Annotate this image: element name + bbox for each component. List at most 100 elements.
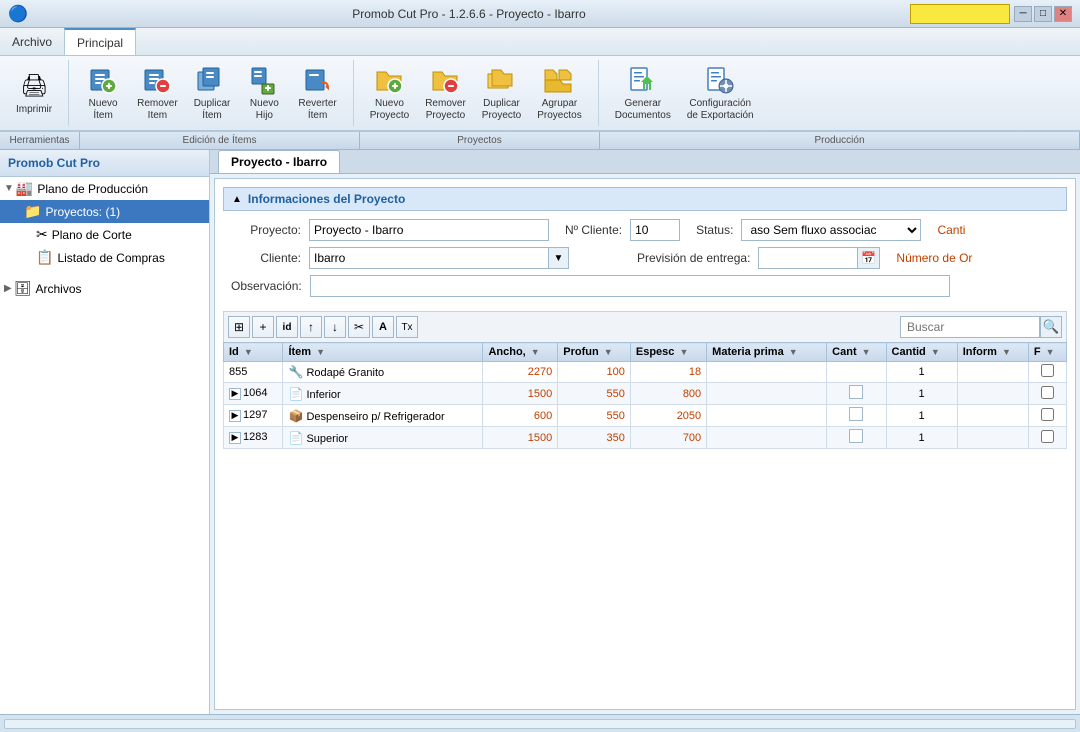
table-btn-down[interactable]: ↓ bbox=[324, 316, 346, 338]
cell-f bbox=[1028, 383, 1066, 405]
tab-proyecto-ibarro[interactable]: Proyecto - Ibarro bbox=[218, 150, 340, 173]
row-checkbox[interactable] bbox=[1041, 364, 1054, 377]
close-button[interactable]: ✕ bbox=[1054, 6, 1072, 22]
tsb-produccion: Producción bbox=[600, 132, 1080, 149]
filter-inform-icon[interactable]: ▼ bbox=[1002, 347, 1011, 357]
table-btn-add[interactable]: + bbox=[252, 316, 274, 338]
form-row-proyecto: Proyecto: Nº Cliente: Status: aso Sem fl… bbox=[231, 219, 1059, 241]
table-row[interactable]: ▶1064 📄 Inferior 1500 550 800 1 bbox=[224, 383, 1067, 405]
table-row[interactable]: 855 🔧 Rodapé Granito 2270 100 18 1 bbox=[224, 362, 1067, 383]
table-btn-cut[interactable]: ✂ bbox=[348, 316, 370, 338]
minimize-button[interactable]: ─ bbox=[1014, 6, 1032, 22]
nuevo-hijo-button[interactable]: NuevoHijo bbox=[238, 60, 290, 126]
cell-cant1 bbox=[827, 383, 886, 405]
row-checkbox[interactable] bbox=[1041, 408, 1054, 421]
sidebar: Promob Cut Pro ▼ 🏭 Plano de Producción 📁… bbox=[0, 150, 210, 714]
cell-espesc: 18 bbox=[630, 362, 706, 383]
nuevo-item-button[interactable]: NuevoÍtem bbox=[77, 60, 129, 126]
table-row[interactable]: ▶1297 📦 Despenseiro p/ Refrigerador 600 … bbox=[224, 405, 1067, 427]
cell-item: 📄 Inferior bbox=[283, 383, 483, 405]
reverter-item-button[interactable]: ReverterÍtem bbox=[290, 60, 344, 126]
sidebar-item-plano-produccion[interactable]: ▼ 🏭 Plano de Producción bbox=[0, 177, 209, 200]
toolbar-section-imprimir: 🖨 Imprimir bbox=[0, 60, 69, 126]
row-checkbox[interactable] bbox=[1041, 386, 1054, 399]
expand-button[interactable]: ▶ bbox=[229, 432, 241, 444]
filter-id-icon[interactable]: ▼ bbox=[244, 347, 253, 357]
cliente-dropdown-icon[interactable]: ▼ bbox=[549, 247, 569, 269]
app-icon: 🔵 bbox=[8, 4, 28, 24]
cell-profun: 100 bbox=[558, 362, 631, 383]
cell-inform bbox=[957, 362, 1028, 383]
filter-cant1-icon[interactable]: ▼ bbox=[862, 347, 871, 357]
nuevo-proyecto-label: NuevoProyecto bbox=[370, 98, 409, 122]
sidebar-item-listado-compras[interactable]: 📋 Listado de Compras bbox=[0, 246, 209, 269]
nro-cliente-input[interactable] bbox=[630, 219, 680, 241]
table-btn-a[interactable]: A bbox=[372, 316, 394, 338]
filter-materia-icon[interactable]: ▼ bbox=[789, 347, 798, 357]
search-button[interactable]: 🔍 bbox=[1040, 316, 1062, 338]
sidebar-item-archivos[interactable]: ▶ 🗄 Archivos bbox=[0, 277, 209, 300]
filter-item-icon[interactable]: ▼ bbox=[316, 347, 325, 357]
prevision-date-field: 📅 bbox=[758, 247, 880, 269]
remover-item-button[interactable]: RemoverItem bbox=[129, 60, 186, 126]
cell-profun: 550 bbox=[558, 383, 631, 405]
status-select[interactable]: aso Sem fluxo associac bbox=[741, 219, 921, 241]
col-espesc: Espesc ▼ bbox=[630, 343, 706, 362]
cell-id: ▶1297 bbox=[224, 405, 283, 427]
horizontal-scrollbar[interactable] bbox=[4, 719, 1076, 729]
cell-materia bbox=[707, 383, 827, 405]
generar-documentos-icon bbox=[627, 64, 659, 96]
table-btn-tx[interactable]: Tx bbox=[396, 316, 418, 338]
filter-ancho-icon[interactable]: ▼ bbox=[531, 347, 540, 357]
cell-id: ▶1283 bbox=[224, 427, 283, 449]
agrupar-proyectos-button[interactable]: AgruparProyectos bbox=[529, 60, 589, 126]
filter-cantid-icon[interactable]: ▼ bbox=[931, 347, 940, 357]
expand-button[interactable]: ▶ bbox=[229, 410, 241, 422]
menu-principal[interactable]: Principal bbox=[64, 28, 136, 55]
imprimir-button[interactable]: 🖨 Imprimir bbox=[8, 66, 60, 120]
listado-compras-icon: 📋 bbox=[36, 249, 53, 266]
filter-profun-icon[interactable]: ▼ bbox=[604, 347, 613, 357]
col-ancho: Ancho, ▼ bbox=[483, 343, 558, 362]
search-input[interactable] bbox=[900, 316, 1040, 338]
col-item: Ítem ▼ bbox=[283, 343, 483, 362]
duplicar-proyecto-button[interactable]: DuplicarProyecto bbox=[474, 60, 529, 126]
filter-espesc-icon[interactable]: ▼ bbox=[679, 347, 688, 357]
expand-button[interactable]: ▶ bbox=[229, 388, 241, 400]
row-checkbox[interactable] bbox=[1041, 430, 1054, 443]
duplicar-item-button[interactable]: DuplicarÍtem bbox=[186, 60, 239, 126]
toolbar-section-edicion: NuevoÍtem RemoverItem DuplicarÍtem Nuevo… bbox=[69, 60, 354, 126]
maximize-button[interactable]: □ bbox=[1034, 6, 1052, 22]
nuevo-proyecto-icon bbox=[373, 64, 405, 96]
proyecto-input[interactable] bbox=[309, 219, 549, 241]
generar-documentos-label: GenerarDocumentos bbox=[615, 98, 671, 122]
observacion-input[interactable] bbox=[310, 275, 950, 297]
cant-checkbox[interactable] bbox=[849, 385, 863, 399]
cell-inform bbox=[957, 427, 1028, 449]
filter-f-icon[interactable]: ▼ bbox=[1046, 347, 1055, 357]
prevision-date-input[interactable] bbox=[758, 247, 858, 269]
cant-checkbox[interactable] bbox=[849, 407, 863, 421]
table-btn-grid[interactable]: ⊞ bbox=[228, 316, 250, 338]
remover-proyecto-button[interactable]: RemoverProyecto bbox=[417, 60, 474, 126]
observacion-label: Observación: bbox=[231, 279, 302, 293]
sidebar-item-proyectos[interactable]: 📁 Proyectos: (1) bbox=[0, 200, 209, 223]
sidebar-item-plano-corte[interactable]: ✂ Plano de Corte bbox=[0, 223, 209, 246]
table-btn-id[interactable]: id bbox=[276, 316, 298, 338]
cell-inform bbox=[957, 405, 1028, 427]
nuevo-proyecto-button[interactable]: NuevoProyecto bbox=[362, 60, 417, 126]
proyectos-label: Proyectos: (1) bbox=[45, 205, 120, 219]
configuracion-exportacion-button[interactable]: Configuraciónde Exportación bbox=[679, 60, 762, 126]
menu-archivo[interactable]: Archivo bbox=[0, 28, 64, 55]
table-row[interactable]: ▶1283 📄 Superior 1500 350 700 1 bbox=[224, 427, 1067, 449]
table-btn-up[interactable]: ↑ bbox=[300, 316, 322, 338]
cant-checkbox[interactable] bbox=[849, 429, 863, 443]
calendar-button[interactable]: 📅 bbox=[858, 247, 880, 269]
col-materia: Materia prima ▼ bbox=[707, 343, 827, 362]
title-search-input[interactable] bbox=[910, 4, 1010, 24]
section-header-informaciones[interactable]: ▲ Informaciones del Proyecto bbox=[223, 187, 1067, 211]
generar-documentos-button[interactable]: GenerarDocumentos bbox=[607, 60, 679, 126]
toolbar-sections-bar: Herramientas Edición de Ítems Proyectos … bbox=[0, 132, 1080, 150]
cliente-input[interactable] bbox=[309, 247, 549, 269]
col-inform: Inform ▼ bbox=[957, 343, 1028, 362]
